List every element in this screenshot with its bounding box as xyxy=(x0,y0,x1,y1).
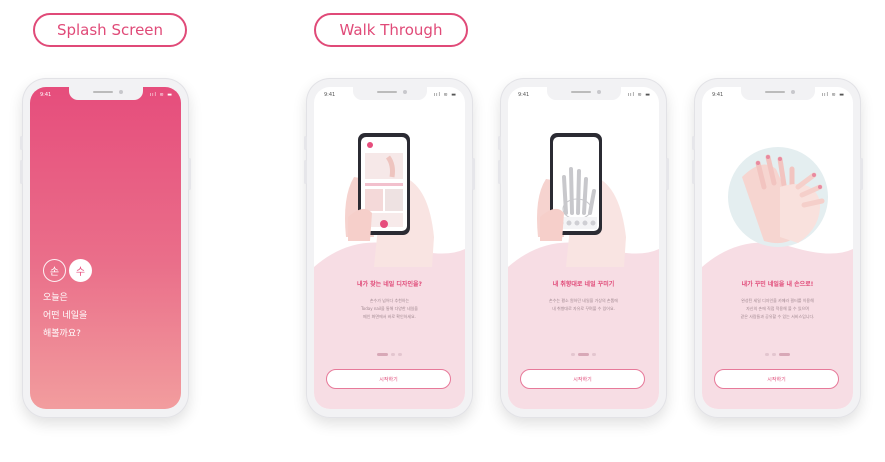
page-dot[interactable] xyxy=(578,353,589,356)
start-button[interactable]: 시작하기 xyxy=(714,369,839,389)
tagline-line: 오늘은 xyxy=(43,293,68,303)
walk-screen-1: 9:41 ııl ≋ ▬ 내가 찾는 네일 디자인을? 손수가 넘어다 추천하는… xyxy=(314,87,465,409)
walk-description: 손수는 평소 원하던 네일을 가상의 손톱에 내 취향대로 자유로 꾸며볼 수 있… xyxy=(549,298,618,311)
status-time: 9:41 xyxy=(40,92,52,98)
page-dot[interactable] xyxy=(391,353,395,356)
status-time: 9:41 xyxy=(518,92,530,98)
status-icons: ııl ≋ ▬ xyxy=(821,92,845,98)
hand-holding-phone-illustration xyxy=(345,133,434,267)
page-indicator xyxy=(702,353,853,356)
walk-title: 내 취향대로 네일 꾸미기 xyxy=(552,281,615,288)
notch xyxy=(68,87,143,100)
start-button[interactable]: 시작하기 xyxy=(326,369,451,389)
status-time: 9:41 xyxy=(324,92,336,98)
walk-title: 내가 꾸민 네일을 내 손으로! xyxy=(741,281,814,288)
walk-description: 완성된 세일 디자인을 카메라 필터를 이용해 자신의 손에 직접 적용해 볼 수… xyxy=(740,298,815,319)
walk-screen-3: 9:41 ııl ≋ ▬ 내가 꾸민 네일을 내 손으로! 완성된 세일 디자인… xyxy=(702,87,853,409)
page-indicator xyxy=(314,353,465,356)
walk-description: 손수가 넘어다 추천하는 Today nail을 통해 다양한 네일을 메인 화면에… xyxy=(361,298,418,319)
page-dot[interactable] xyxy=(398,353,402,356)
app-logo: 손 수 xyxy=(43,259,92,282)
walk-through-label: Walk Through xyxy=(314,13,468,47)
page-dot[interactable] xyxy=(779,353,790,356)
page-dot[interactable] xyxy=(772,353,776,356)
page-dot[interactable] xyxy=(377,353,388,356)
walk-phone-3: 9:41 ııl ≋ ▬ 내가 꾸민 네일을 내 손으로! 완성된 세일 디자인… xyxy=(692,78,863,418)
nail-editor-illustration xyxy=(537,133,626,267)
walk-phone-1: 9:41 ııl ≋ ▬ 내가 찾는 네일 디자인을? 손수가 넘어다 추천하는… xyxy=(304,78,475,418)
status-time: 9:41 xyxy=(712,92,724,98)
walk-screen-2: 9:41 ııl ≋ ▬ 내 취향대로 네일 꾸미기 손수는 평소 원하던 네일… xyxy=(508,87,659,409)
walk-phone-2: 9:41 ııl ≋ ▬ 내 취향대로 네일 꾸미기 손수는 평소 원하던 네일… xyxy=(498,78,669,418)
start-button[interactable]: 시작하기 xyxy=(520,369,645,389)
page-dot[interactable] xyxy=(592,353,596,356)
status-icons: ııl ≋ ▬ xyxy=(627,92,651,98)
page-dot[interactable] xyxy=(571,353,575,356)
hands-illustration xyxy=(728,147,828,247)
splash-screen-label: Splash Screen xyxy=(33,13,187,47)
tagline-line: 어떤 네일을 xyxy=(43,311,88,321)
status-icons: ııl ≋ ▬ xyxy=(433,92,457,98)
splash-phone: 9:41 ııl ≋ ▬ 손 수 오늘은 어떤 네일을 해볼까요? xyxy=(20,78,191,418)
tagline-line: 해볼까요? xyxy=(43,329,81,339)
splash-screen: 9:41 ııl ≋ ▬ 손 수 오늘은 어떤 네일을 해볼까요? xyxy=(30,87,181,409)
page-indicator xyxy=(508,353,659,356)
walk-title: 내가 찾는 네일 디자인을? xyxy=(357,281,422,288)
page-dot[interactable] xyxy=(765,353,769,356)
status-icons: ııl ≋ ▬ xyxy=(149,92,173,98)
splash-tagline: 오늘은 어떤 네일을 해볼까요? xyxy=(43,289,87,343)
logo-char-2: 수 xyxy=(69,259,92,282)
logo-char-1: 손 xyxy=(43,259,66,282)
